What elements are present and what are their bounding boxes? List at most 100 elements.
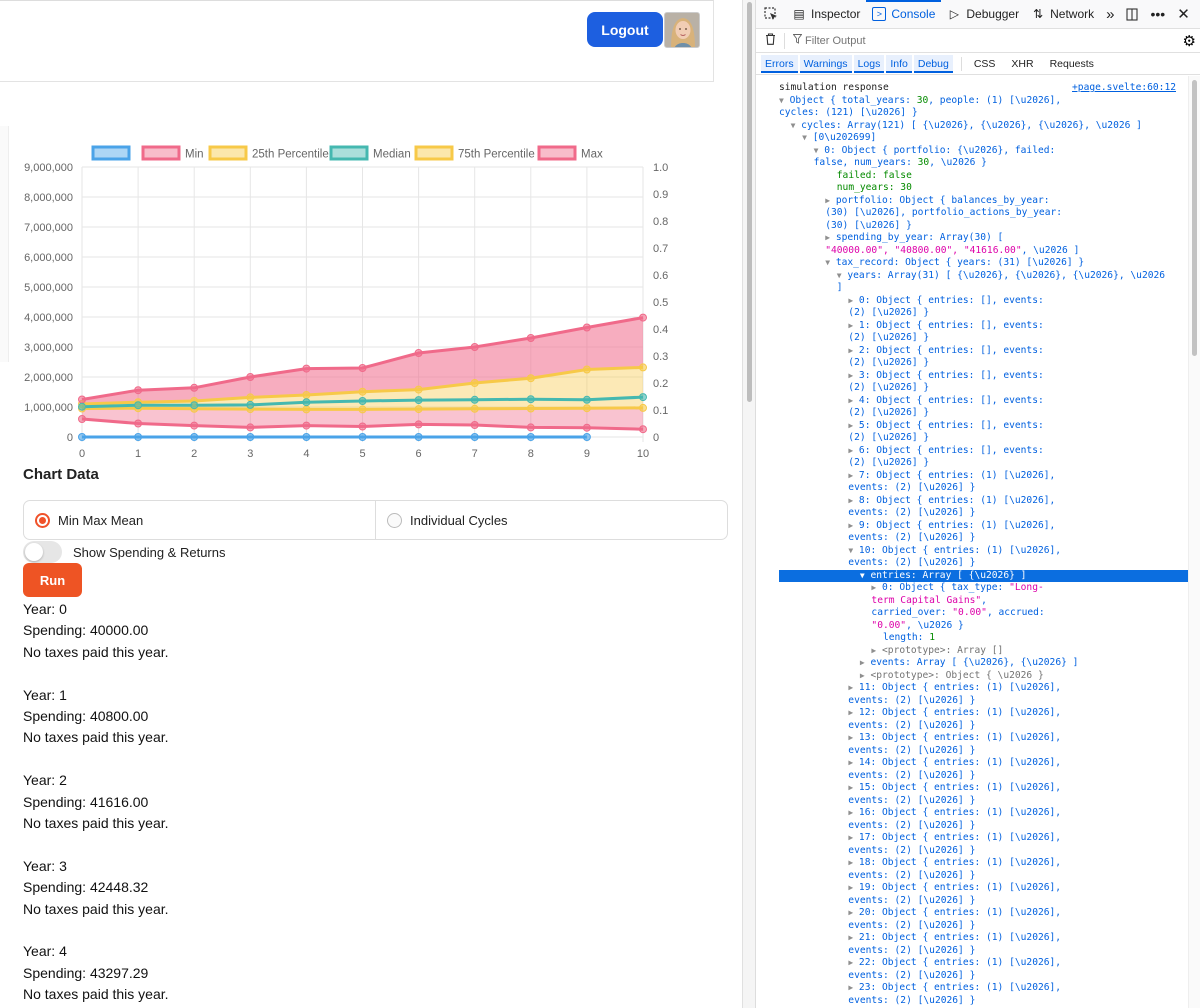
- y-tick-label: 8,000,000: [24, 192, 73, 204]
- console-row[interactable]: ▼ cycles: Array(121) [ {\u2026}, {\u2026…: [779, 120, 1188, 133]
- console-row[interactable]: ▶ 14: Object { entries: (1) [\u2026],: [779, 757, 1188, 770]
- console-row[interactable]: ▶ 15: Object { entries: (1) [\u2026],: [779, 782, 1188, 795]
- console-row[interactable]: ▶ 23: Object { entries: (1) [\u2026],: [779, 982, 1188, 995]
- console-row: (2) [\u2026] }: [779, 457, 930, 468]
- avatar[interactable]: [664, 12, 700, 48]
- y2-tick-label: 0.2: [653, 378, 668, 390]
- filter-errors[interactable]: Errors: [761, 54, 798, 73]
- tab-console[interactable]: > Console: [866, 0, 942, 29]
- console-row[interactable]: ▶ 11: Object { entries: (1) [\u2026],: [779, 682, 1188, 695]
- console-row[interactable]: ▶ spending_by_year: Array(30) [: [779, 232, 1188, 245]
- console-row[interactable]: ▶ 13: Object { entries: (1) [\u2026],: [779, 732, 1188, 745]
- spending-returns-toggle[interactable]: [23, 541, 62, 563]
- console-row-selected[interactable]: ▼ entries: Array [ {\u2026} ]: [779, 569, 1188, 582]
- console-scrollbar[interactable]: [1188, 76, 1200, 1008]
- filter-requests[interactable]: Requests: [1046, 55, 1098, 73]
- console-row[interactable]: ▶ 6: Object { entries: [], events:: [779, 445, 1188, 458]
- y-tick-label: 6,000,000: [24, 252, 73, 264]
- console-row: failed: false: [836, 169, 912, 181]
- tab-inspector[interactable]: ▤ Inspector: [786, 0, 866, 29]
- run-button[interactable]: Run: [23, 563, 82, 597]
- console-row: (2) [\u2026] }: [779, 382, 930, 393]
- console-row[interactable]: ▶ 16: Object { entries: (1) [\u2026],: [779, 807, 1188, 820]
- page-scrollbar[interactable]: [742, 0, 756, 1008]
- console-row: "40000.00", "40800.00", "41616.00", \u20…: [779, 244, 1080, 256]
- console-row[interactable]: ▶ 20: Object { entries: (1) [\u2026],: [779, 907, 1188, 920]
- console-row[interactable]: ▶ 8: Object { entries: (1) [\u2026],: [779, 495, 1188, 508]
- console-row[interactable]: ▶ 21: Object { entries: (1) [\u2026],: [779, 932, 1188, 945]
- spending-returns-toggle-row: Show Spending & Returns: [23, 541, 225, 563]
- data-point: [470, 343, 479, 351]
- console-row[interactable]: ▶ 3: Object { entries: [], events:: [779, 370, 1188, 383]
- console-row[interactable]: ▶ 17: Object { entries: (1) [\u2026],: [779, 832, 1188, 845]
- log-message: simulation response: [779, 82, 889, 93]
- x-tick-label: 8: [528, 448, 534, 460]
- radio-checked-icon[interactable]: [35, 512, 50, 528]
- data-point: [526, 423, 535, 432]
- console-row: (30) [\u2026] }: [779, 219, 912, 231]
- console-row[interactable]: ▶ 5: Object { entries: [], events:: [779, 420, 1188, 433]
- console-row: events: (2) [\u2026] }: [779, 744, 976, 756]
- mode-option-min-max-mean[interactable]: Min Max Mean: [24, 501, 375, 539]
- options-menu-icon[interactable]: •••: [1144, 0, 1171, 29]
- console-row[interactable]: ▶ portfolio: Object { balances_by_year:: [779, 195, 1188, 208]
- y2-tick-label: 0.8: [653, 216, 668, 228]
- data-point: [302, 398, 311, 407]
- tab-network[interactable]: ⇅ Network: [1025, 0, 1100, 29]
- console-row[interactable]: ▼ [0\u202699]: [779, 132, 1188, 145]
- filter-output-input[interactable]: [805, 34, 1165, 47]
- console-row[interactable]: ▶ 9: Object { entries: (1) [\u2026],: [779, 520, 1188, 533]
- filter-logs[interactable]: Logs: [853, 54, 885, 73]
- tab-debugger[interactable]: ▷ Debugger: [941, 0, 1025, 29]
- console-row[interactable]: ▶ 1: Object { entries: [], events:: [779, 320, 1188, 333]
- y2-tick-label: 0.7: [653, 243, 668, 255]
- x-tick-label: 3: [247, 448, 253, 460]
- data-point: [246, 423, 255, 432]
- more-tabs-icon[interactable]: »: [1100, 0, 1120, 29]
- data-point: [358, 405, 367, 414]
- y-tick-label: 9,000,000: [24, 162, 73, 174]
- y2-tick-label: 0.5: [653, 297, 668, 309]
- console-row[interactable]: ▶ 4: Object { entries: [], events:: [779, 395, 1188, 408]
- console-row[interactable]: ▶ 0: Object { tax_type: "Long-: [779, 582, 1188, 595]
- filter-css[interactable]: CSS: [970, 55, 1000, 73]
- console-row[interactable]: ▶ 2: Object { entries: [], events:: [779, 345, 1188, 358]
- console-row[interactable]: ▼ 0: Object { portfolio: {\u2026}, faile…: [779, 145, 1188, 158]
- console-scrollbar-thumb[interactable]: [1192, 80, 1197, 356]
- console-row[interactable]: ▶ 12: Object { entries: (1) [\u2026],: [779, 707, 1188, 720]
- legend-label: Min: [185, 149, 204, 161]
- y-tick-label: 3,000,000: [24, 342, 73, 354]
- data-point: [190, 433, 199, 441]
- trash-icon[interactable]: [756, 33, 784, 48]
- radio-unchecked-icon[interactable]: [387, 512, 402, 528]
- console-row: num_years: 30: [836, 182, 912, 193]
- logout-button[interactable]: Logout: [587, 12, 663, 47]
- console-row[interactable]: ▶ 18: Object { entries: (1) [\u2026],: [779, 857, 1188, 870]
- console-row[interactable]: ▶ <prototype>: Array []: [779, 645, 1188, 658]
- page-scrollbar-thumb[interactable]: [747, 2, 752, 402]
- filter-info[interactable]: Info: [886, 54, 912, 73]
- filter-warnings[interactable]: Warnings: [799, 54, 852, 73]
- console-row[interactable]: ▶ 19: Object { entries: (1) [\u2026],: [779, 882, 1188, 895]
- console-row[interactable]: ▶ 22: Object { entries: (1) [\u2026],: [779, 957, 1188, 970]
- console-toolbar: ⚙: [756, 29, 1200, 53]
- settings-gear-icon[interactable]: ⚙: [1183, 32, 1196, 50]
- close-icon[interactable]: ✕: [1171, 0, 1196, 29]
- console-row: term Capital Gains",: [779, 594, 987, 606]
- console-row[interactable]: ▼ Object { total_years: 30, people: (1) …: [779, 95, 1188, 108]
- filter-debug[interactable]: Debug: [913, 54, 953, 73]
- data-point: [302, 433, 311, 441]
- console-row[interactable]: ▼ tax_record: Object { years: (31) [\u20…: [779, 257, 1188, 270]
- filter-xhr[interactable]: XHR: [1007, 55, 1037, 73]
- console-row[interactable]: ▼ 10: Object { entries: (1) [\u2026],: [779, 545, 1188, 558]
- y2-tick-label: 0.9: [653, 189, 668, 201]
- console-row[interactable]: ▶ 0: Object { entries: [], events:: [779, 295, 1188, 308]
- dock-icon[interactable]: [1120, 0, 1144, 29]
- element-picker-icon[interactable]: [756, 0, 786, 29]
- console-row[interactable]: ▶ <prototype>: Object { \u2026 }: [779, 670, 1188, 683]
- console-row[interactable]: ▼ years: Array(31) [ {\u2026}, {\u2026},…: [779, 270, 1188, 283]
- console-row[interactable]: ▶ 7: Object { entries: (1) [\u2026],: [779, 470, 1188, 483]
- console-row: events: (2) [\u2026] }: [779, 994, 976, 1006]
- console-row[interactable]: ▶ events: Array [ {\u2026}, {\u2026} ]: [779, 657, 1188, 670]
- mode-option-individual-cycles[interactable]: Individual Cycles: [375, 501, 727, 539]
